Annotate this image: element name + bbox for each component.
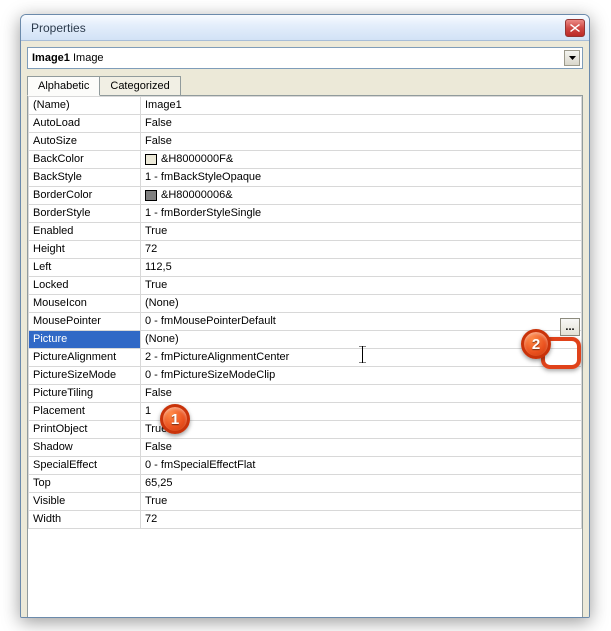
property-name: BorderColor xyxy=(29,187,141,205)
property-row[interactable]: Placement1 xyxy=(29,403,582,421)
property-row[interactable]: PictureTilingFalse xyxy=(29,385,582,403)
property-row[interactable]: BackColor&H8000000F& xyxy=(29,151,582,169)
property-name: SpecialEffect xyxy=(29,457,141,475)
property-value[interactable]: True xyxy=(141,277,582,295)
property-value[interactable]: Image1 xyxy=(141,97,582,115)
property-value[interactable]: 65,25 xyxy=(141,475,582,493)
property-row[interactable]: BackStyle1 - fmBackStyleOpaque xyxy=(29,169,582,187)
property-name: PictureAlignment xyxy=(29,349,141,367)
property-row[interactable]: Left112,5 xyxy=(29,259,582,277)
tab-alphabetic[interactable]: Alphabetic xyxy=(27,76,100,96)
property-row[interactable]: LockedTrue xyxy=(29,277,582,295)
property-value[interactable]: &H80000006& xyxy=(141,187,582,205)
property-value[interactable]: True xyxy=(141,223,582,241)
client-area: Image1 Image Alphabetic Categorized (Nam… xyxy=(21,41,589,617)
property-value[interactable]: False xyxy=(141,439,582,457)
property-value[interactable]: False xyxy=(141,115,582,133)
property-row[interactable]: SpecialEffect0 - fmSpecialEffectFlat xyxy=(29,457,582,475)
color-swatch xyxy=(145,154,157,165)
property-value[interactable]: 1 xyxy=(141,403,582,421)
property-value[interactable]: True xyxy=(141,421,582,439)
property-name: Visible xyxy=(29,493,141,511)
property-name: MousePointer xyxy=(29,313,141,331)
property-row[interactable]: BorderColor&H80000006& xyxy=(29,187,582,205)
property-row[interactable]: MousePointer0 - fmMousePointerDefault xyxy=(29,313,582,331)
close-button[interactable] xyxy=(565,19,585,37)
property-name: PrintObject xyxy=(29,421,141,439)
property-row[interactable]: PrintObjectTrue xyxy=(29,421,582,439)
property-value[interactable]: 112,5 xyxy=(141,259,582,277)
property-name: AutoSize xyxy=(29,133,141,151)
close-icon xyxy=(570,24,580,32)
window-title: Properties xyxy=(31,21,565,35)
property-value[interactable]: True xyxy=(141,493,582,511)
property-row[interactable]: BorderStyle1 - fmBorderStyleSingle xyxy=(29,205,582,223)
property-name: MouseIcon xyxy=(29,295,141,313)
property-value[interactable]: False xyxy=(141,385,582,403)
property-value[interactable]: 2 - fmPictureAlignmentCenter xyxy=(141,349,582,367)
property-row[interactable]: PictureSizeMode0 - fmPictureSizeModeClip xyxy=(29,367,582,385)
property-name: Locked xyxy=(29,277,141,295)
property-name: Shadow xyxy=(29,439,141,457)
object-selector[interactable]: Image1 Image xyxy=(27,47,583,69)
tab-strip: Alphabetic Categorized xyxy=(27,73,583,95)
property-value[interactable]: False xyxy=(141,133,582,151)
property-value[interactable]: 0 - fmPictureSizeModeClip xyxy=(141,367,582,385)
object-selector-text: Image1 Image xyxy=(32,52,564,64)
property-row[interactable]: MouseIcon(None) xyxy=(29,295,582,313)
property-name: Picture xyxy=(29,331,141,349)
titlebar[interactable]: Properties xyxy=(21,15,589,41)
property-row[interactable]: EnabledTrue xyxy=(29,223,582,241)
property-row[interactable]: Height72 xyxy=(29,241,582,259)
property-name: Placement xyxy=(29,403,141,421)
property-row[interactable]: AutoSizeFalse xyxy=(29,133,582,151)
property-name: Height xyxy=(29,241,141,259)
property-row[interactable]: AutoLoadFalse xyxy=(29,115,582,133)
property-row[interactable]: Top65,25 xyxy=(29,475,582,493)
property-value[interactable]: &H8000000F& xyxy=(141,151,582,169)
property-value[interactable]: 0 - fmSpecialEffectFlat xyxy=(141,457,582,475)
property-grid: (Name)Image1AutoLoadFalseAutoSizeFalseBa… xyxy=(27,95,583,618)
property-name: BackColor xyxy=(29,151,141,169)
property-name: Enabled xyxy=(29,223,141,241)
property-value[interactable]: (None) xyxy=(141,331,582,349)
property-row[interactable]: ShadowFalse xyxy=(29,439,582,457)
property-name: BackStyle xyxy=(29,169,141,187)
color-swatch xyxy=(145,190,157,201)
property-value[interactable]: 72 xyxy=(141,511,582,529)
chevron-down-icon xyxy=(569,56,576,60)
property-row[interactable]: (Name)Image1 xyxy=(29,97,582,115)
object-selector-button[interactable] xyxy=(564,50,580,66)
picture-browse-button[interactable]: ... xyxy=(560,318,580,336)
property-value[interactable]: 1 - fmBackStyleOpaque xyxy=(141,169,582,187)
property-value[interactable]: 1 - fmBorderStyleSingle xyxy=(141,205,582,223)
property-name: PictureSizeMode xyxy=(29,367,141,385)
property-value[interactable]: 0 - fmMousePointerDefault xyxy=(141,313,582,331)
property-row[interactable]: Picture(None) xyxy=(29,331,582,349)
property-name: BorderStyle xyxy=(29,205,141,223)
property-name: (Name) xyxy=(29,97,141,115)
property-name: Top xyxy=(29,475,141,493)
property-value[interactable]: 72 xyxy=(141,241,582,259)
property-row[interactable]: PictureAlignment2 - fmPictureAlignmentCe… xyxy=(29,349,582,367)
property-name: Left xyxy=(29,259,141,277)
property-name: Width xyxy=(29,511,141,529)
property-name: AutoLoad xyxy=(29,115,141,133)
properties-window: Properties Image1 Image Alphabetic Categ… xyxy=(20,14,590,618)
property-value[interactable]: (None) xyxy=(141,295,582,313)
property-name: PictureTiling xyxy=(29,385,141,403)
property-row[interactable]: VisibleTrue xyxy=(29,493,582,511)
property-row[interactable]: Width72 xyxy=(29,511,582,529)
tab-categorized[interactable]: Categorized xyxy=(100,76,180,95)
